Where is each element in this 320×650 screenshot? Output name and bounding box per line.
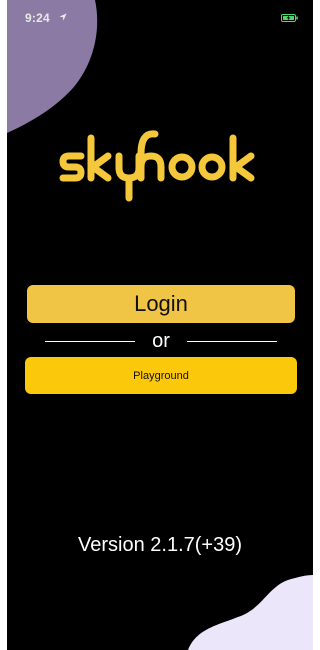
login-button-label: Login [134, 291, 188, 316]
app-screen: 9:24 Login or Playground Version 2.1.7(+… [7, 0, 313, 650]
login-button[interactable]: Login [27, 285, 295, 323]
version-label: Version 2.1.7(+39) [78, 534, 242, 556]
battery-charging-icon [281, 14, 298, 22]
skyhook-logo [59, 130, 255, 202]
location-arrow-icon [59, 13, 67, 21]
decorative-blob-bottom [188, 575, 313, 650]
status-bar: 9:24 [7, 0, 313, 30]
playground-button[interactable]: Playground [25, 357, 297, 394]
playground-button-label: Playground [133, 369, 189, 382]
status-time: 9:24 [25, 11, 50, 25]
or-divider: or [45, 330, 277, 352]
divider-line-right [187, 341, 277, 342]
